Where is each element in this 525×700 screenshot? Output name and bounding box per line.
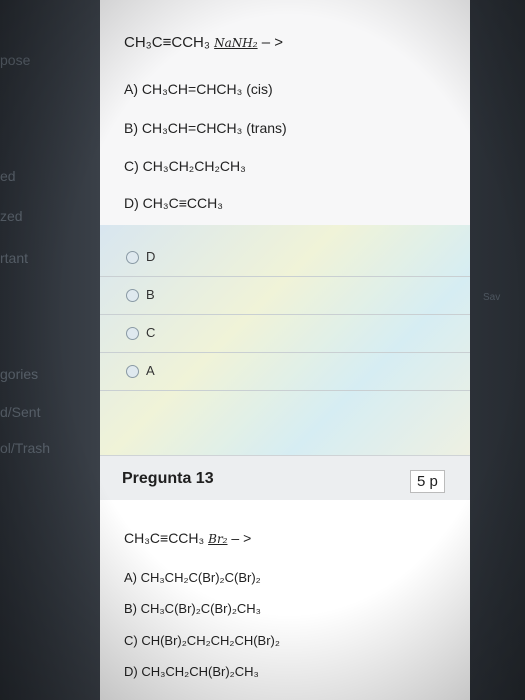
option-d: D) CH₃CH₂CH(Br)₂CH₃ [124, 664, 259, 679]
option-c: C) CH(Br)₂CH₂CH₂CH(Br)₂ [124, 633, 280, 648]
sidebar-fragment-compose[interactable]: pose [0, 52, 30, 68]
quiz-card: CH₃C≡CCH₃ NaNH₂ – > A) CH₃CH=CHCH₃ (cis)… [100, 0, 470, 700]
radio-button[interactable] [126, 327, 139, 340]
reaction-equation: CH₃C≡CCH₃ NaNH₂ – > [124, 34, 283, 51]
option-d: D) CH₃C≡CCH₃ [124, 195, 223, 211]
question-13-body: CH₃C≡CCH₃ Br₂ – > A) CH₃CH₂C(Br)₂C(Br)₂ … [100, 500, 470, 700]
option-c: C) CH₃CH₂CH₂CH₃ [124, 158, 246, 174]
answer-label: B [146, 287, 155, 302]
reaction-arrow: – > [231, 530, 252, 546]
save-fragment[interactable]: Sav [483, 292, 500, 303]
option-b: B) CH₃CH=CHCH₃ (trans) [124, 120, 287, 136]
reagent: NaNH₂ [214, 36, 258, 50]
sidebar-fragment-important[interactable]: rtant [0, 250, 28, 266]
reaction-equation: CH₃C≡CCH₃ Br₂ – > [124, 530, 251, 546]
sidebar-fragment-sent[interactable]: d/Sent [0, 404, 40, 420]
reactant: CH₃C≡CCH₃ [124, 530, 205, 546]
option-b: B) CH₃C(Br)₂C(Br)₂CH₃ [124, 601, 261, 616]
radio-button[interactable] [126, 365, 139, 378]
right-panel: Sav [465, 0, 525, 700]
reactant: CH₃C≡CCH₃ [124, 34, 210, 51]
question-12-body: CH₃C≡CCH₃ NaNH₂ – > A) CH₃CH=CHCH₃ (cis)… [100, 0, 470, 225]
answer-list: D B C A [100, 225, 470, 455]
answer-label: A [146, 363, 155, 378]
sidebar-fragment-categories[interactable]: gories [0, 366, 38, 382]
option-a: A) CH₃CH₂C(Br)₂C(Br)₂ [124, 570, 261, 585]
email-sidebar: pose ed zed rtant gories d/Sent ol/Trash [0, 0, 100, 700]
answer-row-c[interactable]: C [100, 314, 470, 353]
points-badge: 5 p [410, 470, 445, 493]
reaction-arrow: – > [261, 34, 284, 51]
sidebar-fragment-trash[interactable]: ol/Trash [0, 440, 50, 456]
answer-row-b[interactable]: B [100, 276, 470, 315]
answer-label: C [146, 325, 156, 340]
option-a: A) CH₃CH=CHCH₃ (cis) [124, 81, 273, 97]
question-title: Pregunta 13 [122, 470, 214, 487]
sidebar-fragment-starred[interactable]: ed [0, 168, 16, 184]
answer-label: D [146, 249, 156, 264]
answer-row-d[interactable]: D [100, 238, 470, 277]
radio-button[interactable] [126, 289, 139, 302]
question-13-header: Pregunta 13 5 p [100, 455, 470, 502]
radio-button[interactable] [126, 251, 139, 264]
reagent: Br₂ [208, 532, 228, 546]
sidebar-fragment-snoozed[interactable]: zed [0, 208, 23, 224]
answer-row-a[interactable]: A [100, 352, 470, 391]
